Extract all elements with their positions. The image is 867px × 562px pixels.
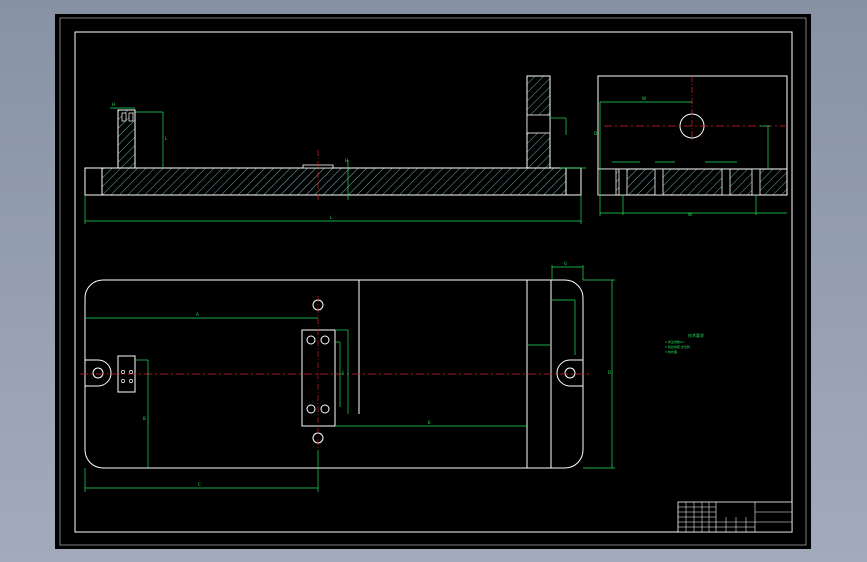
dim-plan-bottom: C xyxy=(198,482,201,487)
notes-heading: 技术要求 xyxy=(688,332,704,338)
dim-side-top: W xyxy=(642,96,646,101)
cad-viewport: H L L H W D W A B C D E F G 技术要求 1.未注倒角C… xyxy=(0,0,867,562)
dim-front-mid: H xyxy=(345,158,348,163)
dim-plan-right-top: G xyxy=(564,261,567,266)
dim-side-mid: D xyxy=(594,131,597,136)
title-block xyxy=(677,501,793,533)
note-line-2: 2.锐边倒钝,去毛刺. xyxy=(665,344,691,349)
note-line-1: 1.未注倒角C1. xyxy=(665,339,685,344)
cad-drawing-canvas[interactable]: H L L H W D W A B C D E F G 技术要求 1.未注倒角C… xyxy=(0,0,867,562)
dim-front-height: H xyxy=(112,102,115,107)
side-section-view xyxy=(597,75,788,216)
dim-plan-top-offset: A xyxy=(196,312,199,317)
dim-plan-right: D xyxy=(608,370,611,375)
dim-side-depth: W xyxy=(688,212,692,217)
dim-plan-width: B xyxy=(143,416,146,421)
note-line-3: 3.热处理. xyxy=(665,349,678,354)
top-plan-view xyxy=(80,265,615,492)
